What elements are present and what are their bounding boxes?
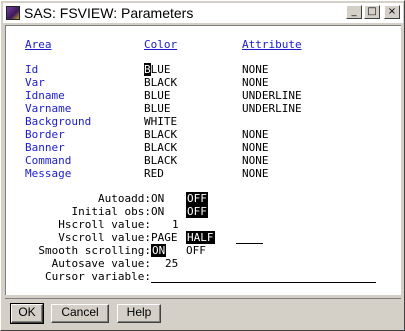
text-cursor: B [144,63,151,76]
color-field[interactable]: BLUE [144,102,171,115]
area-label: Idname [25,89,65,102]
header-color: Color [144,38,178,51]
initial-obs-label: Initial obs: [71,205,151,218]
smooth-scrolling-on-option[interactable]: ON [151,244,167,257]
area-label: Border [25,128,65,141]
vscroll-half-option[interactable]: HALF [186,231,215,244]
autosave-label: Autosave value: [51,257,151,270]
attribute-field[interactable]: NONE [242,141,269,154]
color-field[interactable]: WHITE [144,115,177,128]
header-attribute: Attribute [242,38,302,51]
cursor-variable-field[interactable] [151,282,376,283]
area-label: Varname [25,102,72,115]
autoadd-off-option[interactable]: OFF [186,192,208,205]
color-field[interactable]: BLACK [144,128,177,141]
cancel-button[interactable]: Cancel [51,304,109,323]
smooth-scrolling-off-option[interactable]: OFF [186,244,206,257]
color-field[interactable]: BLUE [144,63,171,76]
attribute-field[interactable]: NONE [242,76,269,89]
vscroll-page-option[interactable]: PAGE [151,231,178,244]
initial-obs-off-option[interactable]: OFF [186,205,208,218]
area-label: Background [25,115,92,128]
area-label: Message [25,167,72,180]
area-label: Banner [25,141,65,154]
maximize-button[interactable]: □ [364,5,380,19]
autoadd-label: Autoadd: [98,192,151,205]
close-button[interactable]: × [384,5,400,19]
color-field[interactable]: RED [144,167,164,180]
color-field[interactable]: BLUE [144,89,171,102]
attribute-field[interactable]: NONE [242,154,269,167]
color-value: LUE [150,63,171,76]
smooth-scrolling-label: Smooth scrolling: [38,244,151,257]
help-button[interactable]: Help [117,304,161,323]
sas-app-icon[interactable] [6,6,20,20]
autoadd-on-option[interactable]: ON [151,192,164,205]
attribute-field[interactable]: NONE [242,63,269,76]
cursor-variable-label: Cursor variable: [45,270,151,283]
hscroll-label: Hscroll value: [58,218,151,231]
vscroll-value-field[interactable] [236,243,263,244]
hscroll-value-field[interactable]: 1 [172,218,179,231]
attribute-field[interactable]: NONE [242,167,269,180]
attribute-field[interactable]: NONE [242,128,269,141]
parameters-window: SAS: FSVIEW: Parameters _ □ × Area Color… [0,0,405,331]
attribute-field[interactable]: UNDERLINE [242,89,302,102]
parameters-panel: Area Color Attribute Id BLUE NONE Var BL… [5,25,401,295]
area-label: Command [25,154,72,167]
window-controls: _ □ × [346,5,400,19]
header-area: Area [25,38,52,51]
area-label: Id [25,63,39,76]
color-field[interactable]: BLACK [144,76,177,89]
color-field[interactable]: BLACK [144,141,177,154]
vscroll-label: Vscroll value: [58,231,151,244]
initial-obs-on-option[interactable]: ON [151,205,164,218]
attribute-field[interactable]: UNDERLINE [242,102,302,115]
title-bar[interactable]: SAS: FSVIEW: Parameters _ □ × [3,3,403,23]
area-label: Var [25,76,45,89]
minimize-button[interactable]: _ [346,5,362,19]
autosave-value-field[interactable]: 25 [165,257,178,270]
color-field[interactable]: BLACK [144,154,177,167]
window-title: SAS: FSVIEW: Parameters [24,5,194,21]
button-bar: OK Cancel Help [5,298,401,328]
ok-button[interactable]: OK [10,303,44,324]
